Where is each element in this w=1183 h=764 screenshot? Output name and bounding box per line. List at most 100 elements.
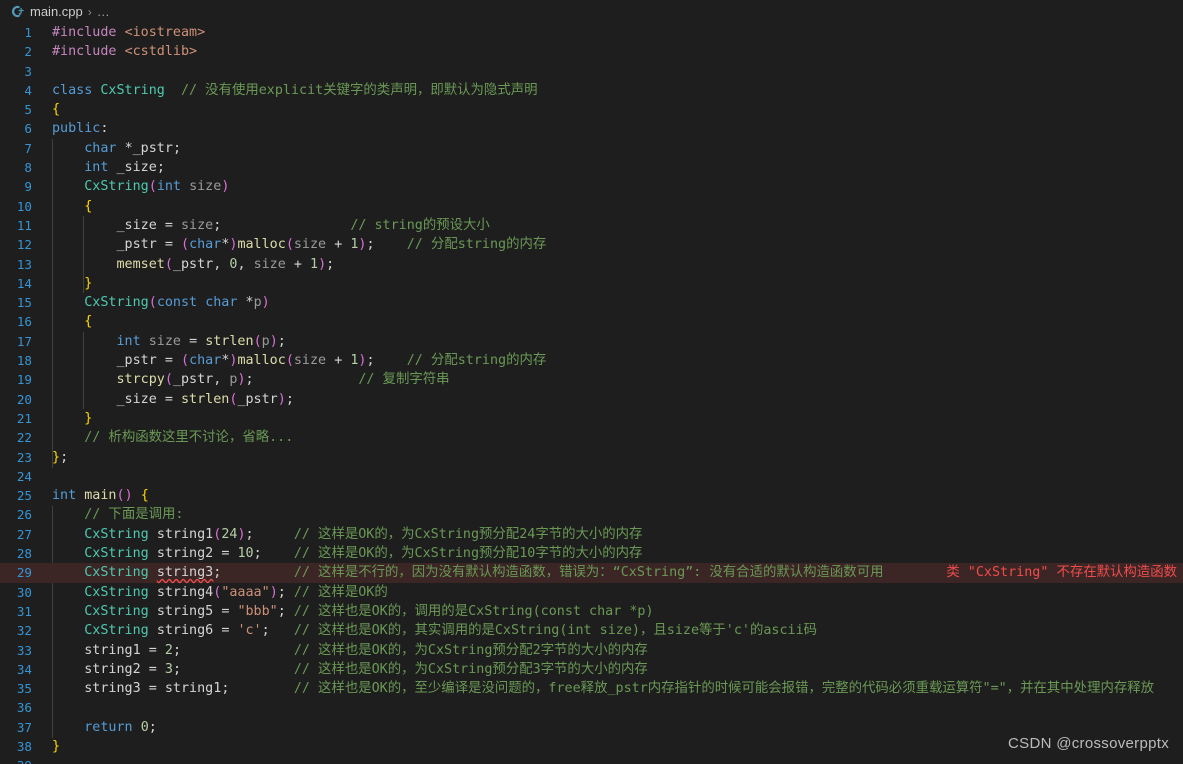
code-line[interactable]: 31 CxString string5 = "bbb"; // 这样也是OK的，…: [0, 602, 1183, 621]
code-line[interactable]: 20 _size = strlen(_pstr);: [0, 390, 1183, 409]
error-squiggle: string3: [156, 565, 214, 581]
code-text: int _size;: [84, 160, 165, 176]
code-line[interactable]: 17 int size = strlen(p);: [0, 332, 1183, 351]
code-text: #include <iostream>: [52, 25, 206, 40]
line-number: 33: [16, 642, 32, 658]
line-number: 12: [16, 237, 32, 253]
code-line[interactable]: 18 _pstr = (char*)malloc(size + 1); // 分…: [0, 351, 1183, 370]
line-number: 39: [0, 756, 32, 764]
code-line[interactable]: 5{: [0, 100, 1183, 119]
code-text: int main() {: [52, 488, 149, 504]
line-number: 24: [16, 468, 32, 484]
code-line[interactable]: 7 char *_pstr;: [0, 139, 1183, 158]
line-number: 14: [16, 275, 32, 291]
code-line[interactable]: 12 _pstr = (char*)malloc(size + 1); // 分…: [0, 235, 1183, 254]
line-number: 21: [16, 410, 32, 426]
code-line[interactable]: 10 {: [0, 197, 1183, 216]
line-number: 25: [16, 488, 32, 504]
code-line[interactable]: 36: [0, 698, 1183, 717]
line-number: 36: [16, 700, 32, 716]
code-line[interactable]: 19 strcpy(_pstr, p); // 复制字符串: [0, 370, 1183, 389]
line-number: 17: [16, 333, 32, 349]
line-number: 2: [24, 44, 32, 60]
line-number: 8: [24, 160, 32, 176]
code-text: }: [84, 410, 93, 426]
line-number: 22: [16, 430, 32, 446]
code-line[interactable]: 34 string2 = 3; // 这样也是OK的，为CxString预分配3…: [0, 660, 1183, 679]
line-number: 4: [24, 82, 32, 98]
code-line[interactable]: 28 CxString string2 = 10; // 这样是OK的，为CxS…: [0, 544, 1183, 563]
line-number: 3: [24, 63, 32, 79]
code-text: CxString string2 = 10; // 这样是OK的，为CxStri…: [84, 546, 643, 562]
code-text: }: [84, 275, 93, 291]
code-line[interactable]: 11 _size = size; // string的预设大小: [0, 216, 1183, 235]
line-number: 34: [16, 661, 32, 677]
line-number: 1: [24, 25, 32, 40]
code-line[interactable]: 25 int main() {: [0, 486, 1183, 505]
watermark: CSDN @crossoverpptx: [1008, 735, 1169, 752]
code-text: CxString(int size): [84, 179, 230, 195]
line-number: 18: [16, 353, 32, 369]
line-number: 20: [16, 391, 32, 407]
code-text: char *_pstr;: [84, 140, 181, 156]
code-line[interactable]: 23};: [0, 448, 1183, 467]
code-text: public:: [52, 121, 109, 137]
code-text: #include <cstdlib>: [52, 44, 198, 60]
code-text: _pstr = (char*)malloc(size + 1); // 分配st…: [116, 353, 547, 369]
code-line[interactable]: 37 return 0;: [0, 718, 1183, 737]
code-text: _pstr = (char*)malloc(size + 1); // 分配st…: [116, 237, 547, 253]
line-number: 29: [16, 565, 32, 581]
code-line[interactable]: 14 }: [0, 274, 1183, 293]
line-number: 16: [16, 314, 32, 330]
code-line[interactable]: 2 #include <cstdlib>: [0, 42, 1183, 61]
code-line[interactable]: 38}: [0, 737, 1183, 756]
code-text: CxString string6 = 'c'; // 这样也是OK的，其实调用的…: [84, 623, 818, 639]
line-number: 31: [16, 603, 32, 619]
code-text: CxString(const char *p): [84, 295, 270, 311]
code-text: memset(_pstr, 0, size + 1);: [116, 256, 335, 272]
code-text: // 下面是调用:: [84, 507, 184, 523]
code-text: // 析构函数这里不讨论，省略...: [84, 430, 294, 446]
line-number: 9: [24, 179, 32, 195]
code-line[interactable]: 4 class CxString // 没有使用explicit关键字的类声明，即…: [0, 81, 1183, 100]
line-number: 11: [16, 217, 32, 233]
line-number: 30: [16, 584, 32, 600]
code-line[interactable]: 35 string3 = string1; // 这样也是OK的，至少编译是没问…: [0, 679, 1183, 698]
code-line[interactable]: 30 CxString string4("aaaa"); // 这样是OK的: [0, 583, 1183, 602]
code-line[interactable]: 1 #include <iostream>: [0, 23, 1183, 42]
code-line[interactable]: 16 {: [0, 312, 1183, 331]
code-line[interactable]: 26 // 下面是调用:: [0, 505, 1183, 524]
code-line[interactable]: 22 // 析构函数这里不讨论，省略...: [0, 428, 1183, 447]
line-number: 19: [16, 372, 32, 388]
code-line[interactable]: 33 string1 = 2; // 这样也是OK的，为CxString预分配2…: [0, 641, 1183, 660]
line-number: 15: [16, 295, 32, 311]
line-number: 10: [16, 198, 32, 214]
code-line[interactable]: 13 memset(_pstr, 0, size + 1);: [0, 255, 1183, 274]
code-line[interactable]: 39: [0, 756, 1183, 764]
code-line[interactable]: 32 CxString string6 = 'c'; // 这样也是OK的，其实…: [0, 621, 1183, 640]
code-line[interactable]: 3: [0, 62, 1183, 81]
code-text: _size = size; // string的预设大小: [116, 217, 490, 233]
code-text: class CxString // 没有使用explicit关键字的类声明，即默…: [52, 82, 538, 98]
code-editor[interactable]: 1 #include <iostream> 2 #include <cstdlib> 3…: [0, 23, 1183, 764]
code-line[interactable]: 21 }: [0, 409, 1183, 428]
code-text: CxString string5 = "bbb"; // 这样也是OK的，调用的…: [84, 603, 654, 619]
line-number: 32: [16, 623, 32, 639]
line-number: 38: [16, 738, 32, 754]
code-line[interactable]: 9 CxString(int size): [0, 177, 1183, 196]
code-line[interactable]: 6 public:: [0, 119, 1183, 138]
breadcrumb-more[interactable]: …: [97, 4, 110, 19]
code-line[interactable]: 8 int _size;: [0, 158, 1183, 177]
code-text: _size = strlen(_pstr);: [116, 391, 294, 407]
line-number: 26: [16, 507, 32, 523]
code-text: string3 = string1; // 这样也是OK的，至少编译是没问题的，…: [84, 681, 1155, 697]
cpp-file-icon: [10, 4, 25, 19]
code-line-error[interactable]: 29 CxString string3; // 这样是不行的，因为没有默认构造函…: [0, 563, 1183, 583]
code-text: strcpy(_pstr, p); // 复制字符串: [116, 372, 450, 388]
code-line[interactable]: 27 CxString string1(24); // 这样是OK的，为CxSt…: [0, 525, 1183, 544]
code-line[interactable]: 15 CxString(const char *p): [0, 293, 1183, 312]
code-text: {: [52, 102, 61, 118]
breadcrumb-file-name[interactable]: main.cpp: [30, 4, 83, 19]
inline-error-message: 类 "CxString" 不存在默认构造函数: [946, 565, 1177, 581]
code-line[interactable]: 24: [0, 467, 1183, 486]
